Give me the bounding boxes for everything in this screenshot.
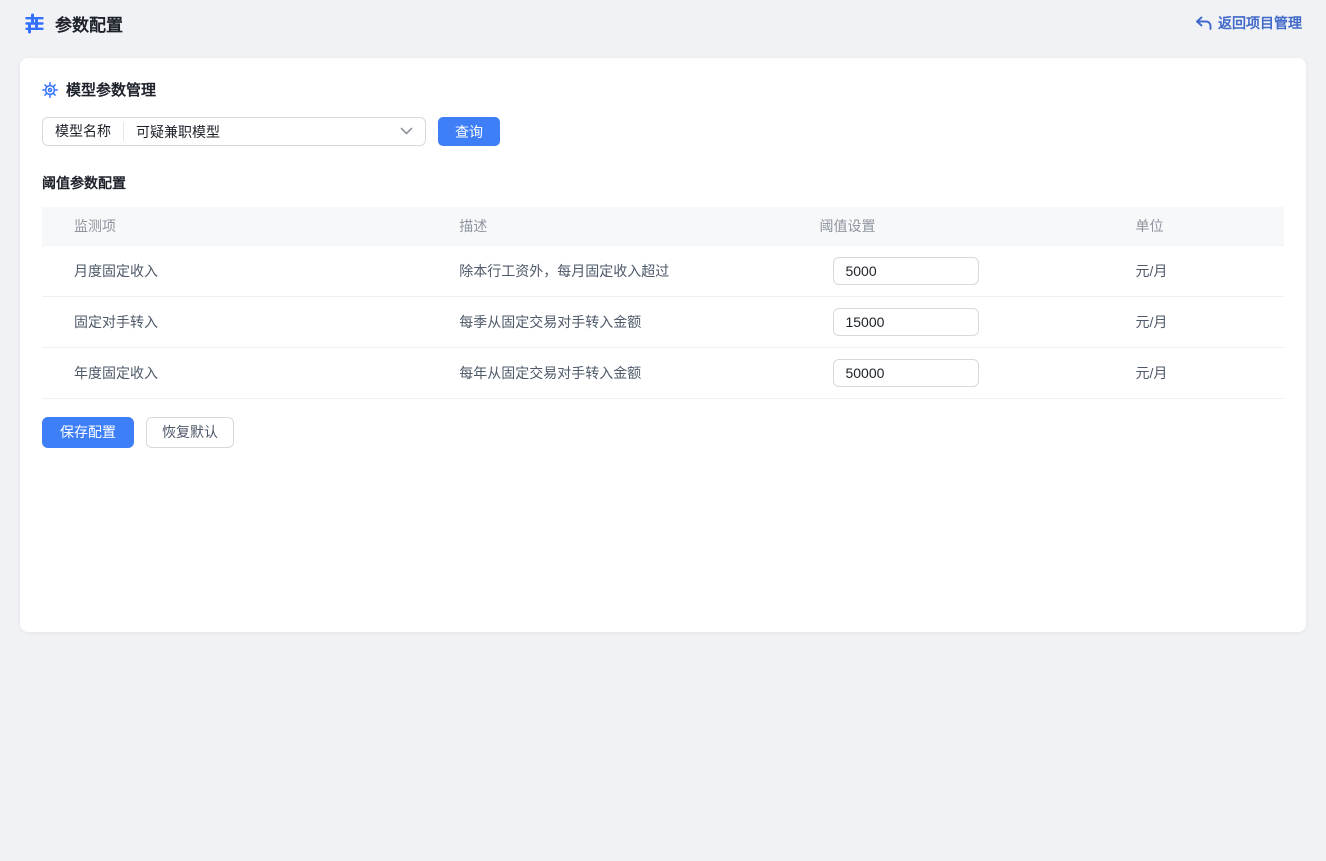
back-link-label: 返回项目管理 xyxy=(1218,13,1302,33)
header-unit: 单位 xyxy=(1127,207,1284,245)
table-row: 月度固定收入 除本行工资外，每月固定收入超过 元/月 xyxy=(42,245,1284,296)
action-buttons: 保存配置 恢复默认 xyxy=(42,417,1284,448)
sliders-icon xyxy=(24,13,45,34)
undo-arrow-icon xyxy=(1195,16,1212,31)
unit-cell: 元/月 xyxy=(1127,245,1284,296)
threshold-table-title: 阈值参数配置 xyxy=(42,173,1284,193)
model-parameter-card: 模型参数管理 模型名称 可疑兼职模型 查询 阈值参数配置 监测项 描述 阈值设置… xyxy=(20,58,1306,632)
page-title-group: 参数配置 xyxy=(24,11,123,36)
threshold-input[interactable] xyxy=(833,308,979,336)
description-cell: 每年从固定交易对手转入金额 xyxy=(459,347,819,398)
model-name-select[interactable]: 模型名称 可疑兼职模型 xyxy=(42,117,426,146)
save-config-button[interactable]: 保存配置 xyxy=(42,417,134,448)
restore-default-button[interactable]: 恢复默认 xyxy=(146,417,234,448)
table-row: 年度固定收入 每年从固定交易对手转入金额 元/月 xyxy=(42,347,1284,398)
monitor-item-cell: 固定对手转入 xyxy=(42,296,459,347)
threshold-input[interactable] xyxy=(833,359,979,387)
section-title-group: 模型参数管理 xyxy=(42,79,1284,100)
threshold-table: 监测项 描述 阈值设置 单位 月度固定收入 除本行工资外，每月固定收入超过 元/… xyxy=(42,207,1284,399)
description-cell: 除本行工资外，每月固定收入超过 xyxy=(459,245,819,296)
monitor-item-cell: 月度固定收入 xyxy=(42,245,459,296)
threshold-input[interactable] xyxy=(833,257,979,285)
threshold-cell xyxy=(819,347,1127,398)
header-description: 描述 xyxy=(459,207,819,245)
header-monitor-item: 监测项 xyxy=(42,207,459,245)
query-row: 模型名称 可疑兼职模型 查询 xyxy=(42,117,1284,146)
gear-icon xyxy=(42,82,58,98)
threshold-cell xyxy=(819,245,1127,296)
page-title: 参数配置 xyxy=(55,11,123,36)
description-cell: 每季从固定交易对手转入金额 xyxy=(459,296,819,347)
header-threshold: 阈值设置 xyxy=(819,207,1127,245)
unit-cell: 元/月 xyxy=(1127,347,1284,398)
threshold-cell xyxy=(819,296,1127,347)
unit-cell: 元/月 xyxy=(1127,296,1284,347)
query-button[interactable]: 查询 xyxy=(438,117,500,146)
back-to-project-link[interactable]: 返回项目管理 xyxy=(1195,13,1302,33)
top-bar: 参数配置 返回项目管理 xyxy=(0,0,1326,46)
section-title: 模型参数管理 xyxy=(66,79,156,100)
model-name-label: 模型名称 xyxy=(43,122,124,141)
table-row: 固定对手转入 每季从固定交易对手转入金额 元/月 xyxy=(42,296,1284,347)
chevron-down-icon xyxy=(400,127,425,136)
table-header-row: 监测项 描述 阈值设置 单位 xyxy=(42,207,1284,245)
monitor-item-cell: 年度固定收入 xyxy=(42,347,459,398)
model-name-value: 可疑兼职模型 xyxy=(124,122,400,142)
